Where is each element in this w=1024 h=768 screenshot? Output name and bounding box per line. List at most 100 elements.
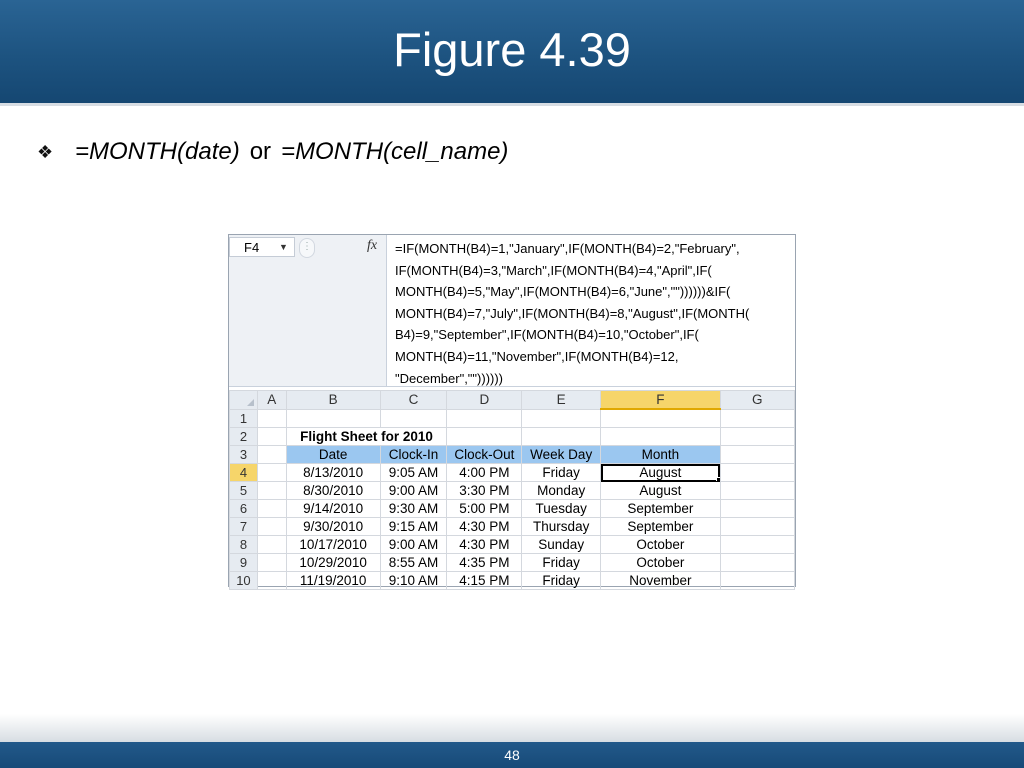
date-cell[interactable]: 8/13/2010 xyxy=(285,463,381,482)
date-cell[interactable]: 10/17/2010 xyxy=(285,535,381,554)
week-day-cell[interactable]: Monday xyxy=(521,481,602,500)
select-all-corner[interactable] xyxy=(229,390,258,410)
week-day-cell[interactable]: Friday xyxy=(521,463,602,482)
column-header-g[interactable]: G xyxy=(719,390,796,410)
cell[interactable] xyxy=(719,463,796,482)
cell[interactable] xyxy=(719,499,796,518)
sheet-title-cell[interactable]: Flight Sheet for 2010 xyxy=(285,427,448,446)
row-header-selected[interactable]: 4 xyxy=(229,463,258,482)
column-header-f[interactable]: F xyxy=(600,390,721,410)
month-cell[interactable]: November xyxy=(600,571,721,590)
fill-handle[interactable] xyxy=(715,477,720,481)
cell[interactable] xyxy=(719,408,796,428)
cell[interactable] xyxy=(256,517,287,536)
cell[interactable] xyxy=(446,427,523,446)
column-header-b[interactable]: B xyxy=(285,390,381,410)
header-cell-clock-in[interactable]: Clock-In xyxy=(379,445,448,464)
formula-line: MONTH(B4)=11,"November",IF(MONTH(B4)=12, xyxy=(395,348,679,364)
column-header-c[interactable]: C xyxy=(379,390,448,410)
row-header[interactable]: 9 xyxy=(229,553,258,572)
month-cell[interactable]: August xyxy=(600,481,721,500)
clock-out-cell[interactable]: 5:00 PM xyxy=(446,499,523,518)
month-cell[interactable]: September xyxy=(600,499,721,518)
clock-in-cell[interactable]: 9:10 AM xyxy=(379,571,448,590)
week-day-cell[interactable]: Tuesday xyxy=(521,499,602,518)
row-header[interactable]: 5 xyxy=(229,481,258,500)
cell[interactable] xyxy=(719,517,796,536)
cell[interactable] xyxy=(719,481,796,500)
formula-bar-grip-icon[interactable]: ⋮ xyxy=(299,238,315,258)
clock-out-cell[interactable]: 3:30 PM xyxy=(446,481,523,500)
cell[interactable] xyxy=(719,445,796,464)
cell[interactable] xyxy=(600,408,721,428)
cell[interactable] xyxy=(600,427,721,446)
month-cell[interactable]: October xyxy=(600,535,721,554)
clock-in-cell[interactable]: 9:15 AM xyxy=(379,517,448,536)
date-cell[interactable]: 10/29/2010 xyxy=(285,553,381,572)
cell[interactable] xyxy=(256,408,287,428)
cell[interactable] xyxy=(256,499,287,518)
clock-out-cell[interactable]: 4:30 PM xyxy=(446,517,523,536)
bullet-syntax-date: =MONTH(date) xyxy=(75,138,240,165)
column-header-e[interactable]: E xyxy=(521,390,602,410)
column-header-a[interactable]: A xyxy=(256,390,287,410)
clock-in-cell[interactable]: 9:30 AM xyxy=(379,499,448,518)
clock-out-cell[interactable]: 4:00 PM xyxy=(446,463,523,482)
bullet-connector: or xyxy=(249,138,272,165)
cell[interactable] xyxy=(521,408,602,428)
table-row: 5 8/30/2010 9:00 AM 3:30 PM Monday Augus… xyxy=(229,481,796,500)
date-cell[interactable]: 9/30/2010 xyxy=(285,517,381,536)
clock-in-cell[interactable]: 9:00 AM xyxy=(379,535,448,554)
active-cell-month[interactable]: August xyxy=(600,463,721,482)
clock-out-cell[interactable]: 4:35 PM xyxy=(446,553,523,572)
formula-line: B4)=9,"September",IF(MONTH(B4)=10,"Octob… xyxy=(395,327,699,343)
formula-text[interactable]: =IF(MONTH(B4)=1,"January",IF(MONTH(B4)=2… xyxy=(395,238,795,389)
cell[interactable] xyxy=(379,408,448,428)
header-cell-clock-out[interactable]: Clock-Out xyxy=(446,445,523,464)
cell[interactable] xyxy=(285,408,381,428)
insert-function-icon[interactable]: fx xyxy=(367,238,377,254)
date-cell[interactable]: 9/14/2010 xyxy=(285,499,381,518)
column-header-d[interactable]: D xyxy=(446,390,523,410)
slide-title: Figure 4.39 xyxy=(393,23,631,76)
row-header[interactable]: 1 xyxy=(229,408,258,428)
month-cell[interactable]: October xyxy=(600,553,721,572)
month-cell[interactable]: September xyxy=(600,517,721,536)
clock-in-cell[interactable]: 8:55 AM xyxy=(379,553,448,572)
chevron-down-icon[interactable]: ▼ xyxy=(279,242,288,252)
cell[interactable] xyxy=(446,408,523,428)
header-cell-month[interactable]: Month xyxy=(600,445,721,464)
cell[interactable] xyxy=(256,481,287,500)
cell[interactable] xyxy=(719,571,796,590)
cell[interactable] xyxy=(256,553,287,572)
week-day-cell[interactable]: Thursday xyxy=(521,517,602,536)
clock-in-cell[interactable]: 9:05 AM xyxy=(379,463,448,482)
cell[interactable] xyxy=(256,427,287,446)
week-day-cell[interactable]: Friday xyxy=(521,553,602,572)
row-header[interactable]: 7 xyxy=(229,517,258,536)
row-header[interactable]: 8 xyxy=(229,535,258,554)
cell[interactable] xyxy=(256,535,287,554)
date-cell[interactable]: 11/19/2010 xyxy=(285,571,381,590)
clock-out-cell[interactable]: 4:15 PM xyxy=(446,571,523,590)
header-cell-date[interactable]: Date xyxy=(285,445,381,464)
cell[interactable] xyxy=(719,553,796,572)
cell[interactable] xyxy=(256,463,287,482)
table-row: 9 10/29/2010 8:55 AM 4:35 PM Friday Octo… xyxy=(229,553,796,572)
clock-in-cell[interactable]: 9:00 AM xyxy=(379,481,448,500)
row-header[interactable]: 2 xyxy=(229,427,258,446)
header-cell-week-day[interactable]: Week Day xyxy=(521,445,602,464)
date-cell[interactable]: 8/30/2010 xyxy=(285,481,381,500)
cell[interactable] xyxy=(256,571,287,590)
cell[interactable] xyxy=(719,535,796,554)
formula-line: IF(MONTH(B4)=3,"March",IF(MONTH(B4)=4,"A… xyxy=(395,262,712,278)
row-header[interactable]: 3 xyxy=(229,445,258,464)
row-header[interactable]: 10 xyxy=(229,571,258,590)
cell[interactable] xyxy=(521,427,602,446)
row-header[interactable]: 6 xyxy=(229,499,258,518)
clock-out-cell[interactable]: 4:30 PM xyxy=(446,535,523,554)
cell[interactable] xyxy=(256,445,287,464)
week-day-cell[interactable]: Friday xyxy=(521,571,602,590)
cell[interactable] xyxy=(719,427,796,446)
week-day-cell[interactable]: Sunday xyxy=(521,535,602,554)
